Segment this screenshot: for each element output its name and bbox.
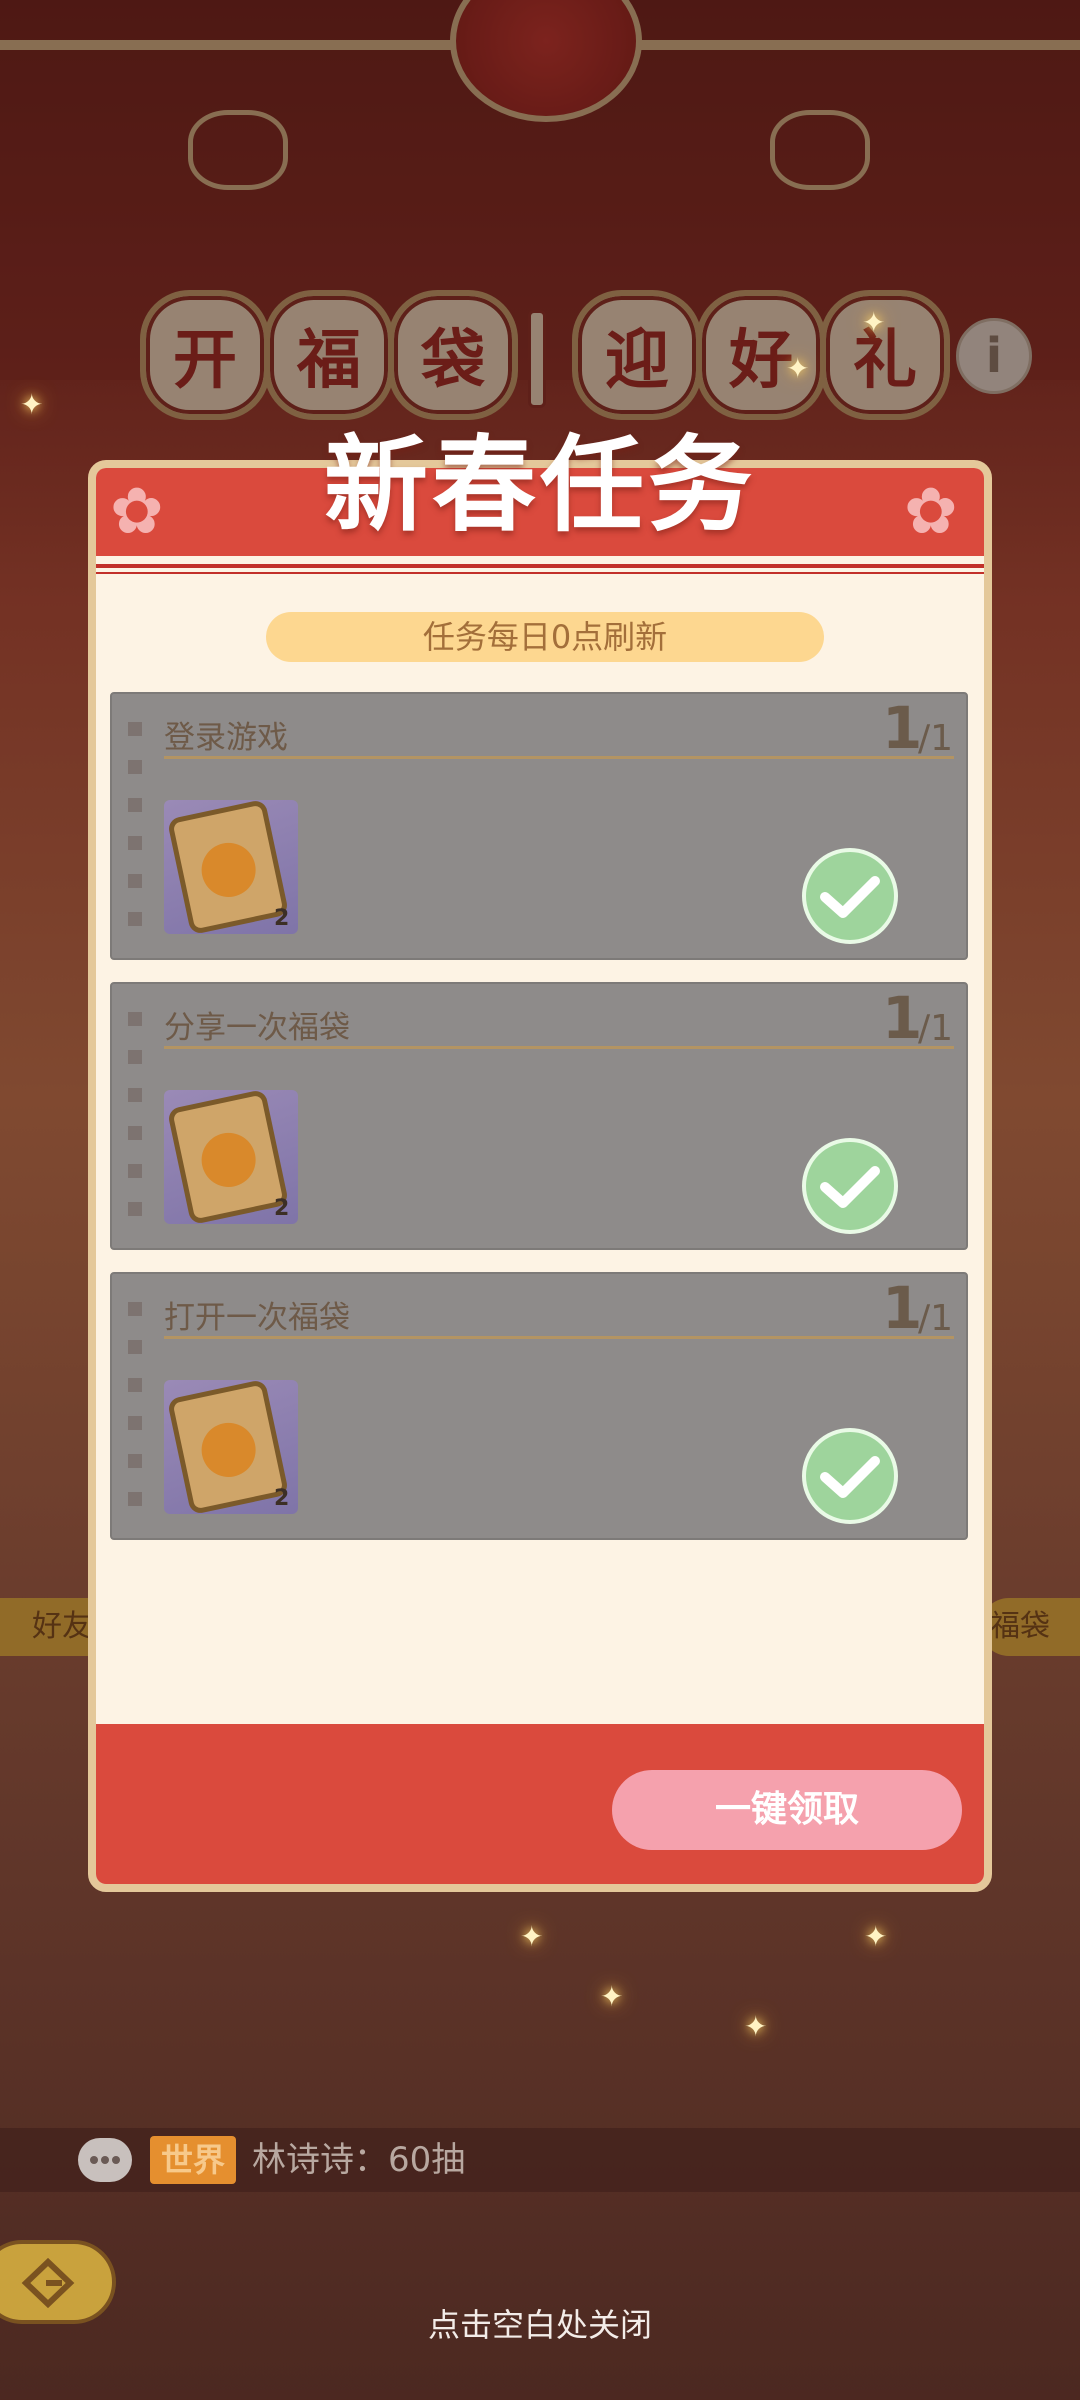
task-progress-current: 1 — [882, 984, 923, 1052]
check-icon — [802, 1428, 898, 1524]
reward-quantity: 2 — [274, 1196, 290, 1221]
header-divider — [96, 564, 984, 568]
check-icon — [802, 848, 898, 944]
header-divider — [96, 572, 984, 574]
lucky-bag-icon — [166, 798, 290, 936]
card-dots — [128, 1012, 142, 1240]
claim-all-button[interactable]: 一键领取 — [612, 1770, 962, 1850]
channel-tag: 世界 — [150, 2136, 236, 2184]
task-underline — [164, 1046, 954, 1049]
sparkle-decoration: ✦ — [600, 1980, 624, 2013]
sparkle-decoration: ✦ — [864, 1920, 888, 1953]
card-dots — [128, 1302, 142, 1530]
reward-quantity: 2 — [274, 1486, 290, 1511]
close-hint: 点击空白处关闭 — [427, 2306, 652, 2344]
task-progress-current: 1 — [882, 1274, 923, 1342]
task-underline — [164, 1336, 954, 1339]
task-progress-total: /1 — [918, 1298, 954, 1339]
task-card: 分享一次福袋 1 /1 2 — [110, 982, 968, 1250]
card-dots — [128, 722, 142, 950]
sparkle-decoration: ✦ — [786, 352, 810, 385]
reward-item: 2 — [164, 1378, 298, 1516]
chat-bar[interactable]: 世界 林诗诗：60抽 — [0, 2128, 1080, 2192]
task-card: 登录游戏 1 /1 2 — [110, 692, 968, 960]
task-modal: ✿ ✿ 任务每日0点刷新 登录游戏 1 /1 2 分享一次福袋 1 /1 2 打… — [88, 460, 992, 1892]
task-card: 打开一次福袋 1 /1 2 — [110, 1272, 968, 1540]
task-progress-total: /1 — [918, 718, 954, 759]
check-icon — [802, 1138, 898, 1234]
sparkle-decoration: ✦ — [744, 2010, 768, 2043]
sparkle-decoration: ✦ — [862, 306, 886, 339]
task-name: 登录游戏 — [164, 720, 288, 756]
task-name: 打开一次福袋 — [164, 1300, 350, 1336]
reward-item: 2 — [164, 798, 298, 936]
lucky-bag-icon — [166, 1378, 290, 1516]
refresh-note: 任务每日0点刷新 — [266, 612, 824, 662]
chat-bubble-icon[interactable] — [78, 2138, 132, 2182]
task-progress-total: /1 — [918, 1008, 954, 1049]
task-progress-current: 1 — [882, 694, 923, 762]
modal-title: 新春任务 — [323, 424, 756, 546]
task-name: 分享一次福袋 — [164, 1010, 350, 1046]
task-underline — [164, 756, 954, 759]
chat-message: 林诗诗：60抽 — [252, 2140, 466, 2180]
lucky-bag-icon — [166, 1088, 290, 1226]
reward-quantity: 2 — [274, 906, 290, 931]
sparkle-decoration: ✦ — [520, 1920, 544, 1953]
reward-item: 2 — [164, 1088, 298, 1226]
